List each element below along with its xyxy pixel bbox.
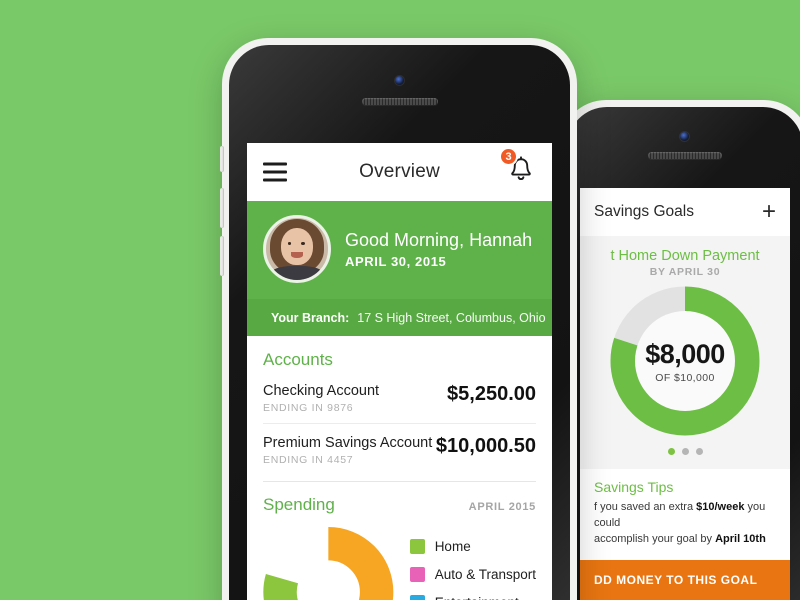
accounts-section: Accounts Checking Account ENDING IN 9876… bbox=[247, 336, 552, 482]
phone-overview: Overview 3 Good Morning, Hannah APRIL 30… bbox=[220, 38, 577, 600]
account-info: Premium Savings Account ENDING IN 4457 bbox=[263, 435, 432, 466]
phone-savings-goals: Savings Goals + t Home Down Payment BY A… bbox=[560, 100, 800, 600]
add-money-button[interactable]: DD MONEY TO THIS GOAL bbox=[580, 559, 790, 600]
savings-tips-body: f you saved an extra $10/week you could … bbox=[594, 500, 790, 548]
page-title: Overview bbox=[359, 161, 440, 182]
pagination-dot-1[interactable] bbox=[667, 448, 675, 455]
branch-bar[interactable]: Your Branch: 17 S High Street, Columbus,… bbox=[247, 299, 552, 336]
volume-down-button[interactable] bbox=[220, 236, 224, 276]
legend-swatch-home bbox=[409, 539, 425, 554]
account-balance: $10,000.50 bbox=[435, 435, 536, 457]
pagination-dot-3[interactable] bbox=[695, 448, 703, 455]
ring-center-labels: $8,000 OF $10,000 bbox=[635, 311, 735, 411]
account-info: Checking Account ENDING IN 9876 bbox=[263, 383, 379, 414]
tips-line1-a: f you saved an extra bbox=[594, 501, 697, 513]
savings-tips: Savings Tips f you saved an extra $10/we… bbox=[580, 469, 790, 560]
pagination-dots[interactable] bbox=[580, 448, 790, 455]
legend-label: Home bbox=[434, 539, 471, 554]
branch-address: 17 S High Street, Columbus, Ohio bbox=[357, 310, 546, 325]
greeting-text: Good Morning, Hannah APRIL 30, 2015 bbox=[345, 230, 532, 269]
legend-label: Auto & Transport bbox=[434, 567, 536, 582]
goal-title: t Home Down Payment bbox=[610, 248, 760, 264]
legend-swatch-entertainment bbox=[409, 595, 425, 600]
spending-legend: Home Auto & Transport Entertainment bbox=[409, 527, 536, 600]
legend-item: Home bbox=[409, 539, 536, 554]
savings-title: Savings Goals bbox=[594, 203, 694, 220]
greeting-salutation: Good Morning, Hannah bbox=[345, 229, 533, 250]
earpiece-speaker bbox=[648, 152, 722, 159]
spending-header: Spending APRIL 2015 bbox=[263, 495, 536, 515]
front-camera-icon bbox=[680, 132, 689, 141]
account-name: Checking Account bbox=[263, 383, 380, 399]
overview-navbar: Overview 3 bbox=[247, 143, 552, 201]
front-camera-icon bbox=[395, 76, 404, 85]
silent-switch[interactable] bbox=[220, 146, 224, 172]
spending-period: APRIL 2015 bbox=[468, 501, 536, 513]
legend-label: Entertainment bbox=[435, 595, 519, 600]
legend-item: Auto & Transport bbox=[409, 567, 536, 582]
spending-body: Home Auto & Transport Entertainment bbox=[263, 515, 536, 600]
account-number: ENDING IN 4457 bbox=[263, 454, 354, 466]
scene: Savings Goals + t Home Down Payment BY A… bbox=[0, 0, 800, 600]
volume-up-button[interactable] bbox=[220, 188, 224, 228]
accounts-header: Accounts bbox=[263, 350, 536, 370]
notification-badge: 3 bbox=[499, 147, 518, 166]
savings-goals-screen: Savings Goals + t Home Down Payment BY A… bbox=[580, 188, 790, 600]
spending-title: Spending bbox=[263, 495, 335, 514]
account-row[interactable]: Premium Savings Account ENDING IN 4457 $… bbox=[263, 423, 536, 475]
account-row[interactable]: Checking Account ENDING IN 9876 $5,250.0… bbox=[263, 370, 536, 423]
plus-icon[interactable]: + bbox=[762, 200, 776, 224]
legend-item: Entertainment bbox=[409, 595, 536, 600]
tips-line2-a: accomplish your goal by bbox=[594, 532, 716, 545]
goal-card: t Home Down Payment BY APRIL 30 $8,000 O… bbox=[580, 236, 790, 469]
goal-progress-ring: $8,000 OF $10,000 bbox=[610, 286, 760, 436]
greeting-date: APRIL 30, 2015 bbox=[345, 253, 447, 269]
pagination-dot-2[interactable] bbox=[681, 448, 689, 455]
hamburger-icon[interactable] bbox=[263, 162, 287, 182]
account-name: Premium Savings Account bbox=[263, 435, 433, 451]
savings-navbar: Savings Goals + bbox=[580, 188, 790, 236]
avatar bbox=[263, 215, 331, 283]
account-balance: $5,250.00 bbox=[447, 383, 536, 405]
account-number: ENDING IN 9876 bbox=[263, 402, 354, 414]
legend-swatch-auto bbox=[409, 567, 425, 582]
spending-donut-chart bbox=[263, 527, 394, 600]
goal-target-amount: OF $10,000 bbox=[655, 371, 715, 384]
tips-date: April 10th bbox=[715, 532, 766, 545]
goal-deadline: BY APRIL 30 bbox=[649, 266, 721, 278]
earpiece-speaker bbox=[362, 98, 438, 105]
tips-amount: $10/week bbox=[696, 501, 745, 513]
spending-section: Spending APRIL 2015 Home Auto & Transpor… bbox=[247, 482, 552, 600]
savings-tips-title: Savings Tips bbox=[594, 479, 674, 495]
notifications-button[interactable]: 3 bbox=[499, 147, 534, 188]
branch-label: Your Branch: bbox=[271, 310, 350, 325]
accounts-title: Accounts bbox=[263, 350, 333, 369]
overview-screen: Overview 3 Good Morning, Hannah APRIL 30… bbox=[247, 143, 552, 600]
greeting-band: Good Morning, Hannah APRIL 30, 2015 bbox=[247, 201, 552, 299]
goal-saved-amount: $8,000 bbox=[645, 338, 725, 369]
